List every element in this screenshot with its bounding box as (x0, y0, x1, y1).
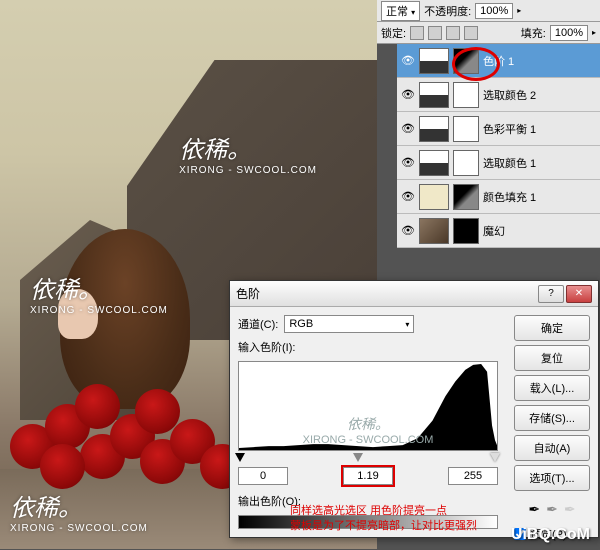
histogram-watermark: 依稀。 XIRONG - SWCOOL.COM (239, 414, 497, 446)
black-point-input[interactable]: 0 (238, 467, 288, 485)
visibility-icon[interactable]: 👁 (401, 122, 415, 136)
layer-thumb-icon[interactable] (419, 82, 449, 108)
layer-mask-thumb[interactable] (453, 218, 479, 244)
layer-thumb-icon[interactable] (419, 150, 449, 176)
layer-name[interactable]: 颜色填充 1 (483, 189, 596, 205)
layer-lock-row: 锁定: 填充: 100% ▸ (377, 22, 600, 44)
layer-mask-thumb[interactable] (453, 116, 479, 142)
subject-woman (40, 229, 220, 489)
layer-name[interactable]: 魔幻 (483, 223, 596, 239)
lock-paint-icon[interactable] (428, 26, 442, 40)
layer-mask-thumb[interactable] (453, 48, 479, 74)
white-point-input[interactable]: 255 (448, 467, 498, 485)
gamma-input[interactable]: 1.19 (343, 467, 393, 485)
layer-mask-thumb[interactable] (453, 150, 479, 176)
channel-label: 通道(C): (238, 316, 278, 332)
layer-mask-thumb[interactable] (453, 82, 479, 108)
opacity-label: 不透明度: (424, 3, 471, 19)
black-point-slider[interactable] (235, 453, 245, 462)
layer-mask-thumb[interactable] (453, 184, 479, 210)
gamma-slider[interactable] (353, 453, 363, 462)
visibility-icon[interactable]: 👁 (401, 88, 415, 102)
close-button[interactable]: ✕ (566, 285, 592, 303)
reset-button[interactable]: 复位 (514, 345, 590, 371)
layer-row[interactable]: 👁 魔幻 (397, 214, 600, 248)
visibility-icon[interactable]: 👁 (401, 54, 415, 68)
input-levels-label: 输入色阶(I): (238, 339, 295, 355)
chevron-down-icon: ▾ (411, 8, 415, 17)
site-watermark: UiBQ.CoM (511, 526, 590, 544)
save-button[interactable]: 存储(S)... (514, 405, 590, 431)
load-button[interactable]: 载入(L)... (514, 375, 590, 401)
layer-thumb-icon[interactable] (419, 116, 449, 142)
dialog-title: 色阶 (236, 285, 536, 302)
watermark-2: 依稀。 XIRONG - SWCOOL.COM (30, 270, 168, 316)
gray-eyedropper-icon[interactable]: ✒ (546, 501, 558, 518)
layer-name[interactable]: 色阶 1 (483, 53, 596, 69)
layer-row[interactable]: 👁 色彩平衡 1 (397, 112, 600, 146)
lock-transparency-icon[interactable] (410, 26, 424, 40)
layer-row[interactable]: 👁 色阶 1 (397, 44, 600, 78)
levels-dialog: 色阶 ? ✕ 通道(C): RGB ▾ 输入色阶(I): 依稀。 XIRONG … (229, 280, 599, 538)
watermark-1: 依稀。 XIRONG - SWCOOL.COM (179, 130, 317, 176)
layer-row[interactable]: 👁 选取颜色 1 (397, 146, 600, 180)
roses (10, 359, 250, 489)
fill-label: 填充: (521, 25, 546, 41)
tutorial-annotation: 同样选高光选区 用色阶提亮一点 蒙板是为了不提亮暗部，让对比更强烈 (290, 504, 477, 535)
input-sliders[interactable] (238, 453, 498, 465)
options-button[interactable]: 选项(T)... (514, 465, 590, 491)
dialog-titlebar[interactable]: 色阶 ? ✕ (230, 281, 598, 307)
black-eyedropper-icon[interactable]: ✒ (528, 501, 540, 518)
chevron-right-icon[interactable]: ▸ (517, 6, 521, 15)
visibility-icon[interactable]: 👁 (401, 190, 415, 204)
layer-options: 正常 ▾ 不透明度: 100% ▸ (377, 0, 600, 22)
chevron-down-icon: ▾ (405, 320, 409, 329)
layer-thumb-icon[interactable] (419, 218, 449, 244)
auto-button[interactable]: 自动(A) (514, 435, 590, 461)
white-eyedropper-icon[interactable]: ✒ (564, 501, 576, 518)
layer-thumb-icon[interactable] (419, 48, 449, 74)
lock-all-icon[interactable] (464, 26, 478, 40)
channel-select[interactable]: RGB ▾ (284, 315, 414, 333)
layer-name[interactable]: 色彩平衡 1 (483, 121, 596, 137)
ok-button[interactable]: 确定 (514, 315, 590, 341)
layer-name[interactable]: 选取颜色 2 (483, 87, 596, 103)
opacity-value[interactable]: 100% (475, 3, 513, 19)
white-point-slider[interactable] (490, 453, 500, 462)
layer-row[interactable]: 👁 选取颜色 2 (397, 78, 600, 112)
layers-list: 👁 色阶 1 👁 选取颜色 2 👁 色彩平衡 1 👁 选取颜色 1 👁 (397, 44, 600, 248)
visibility-icon[interactable]: 👁 (401, 224, 415, 238)
lock-label: 锁定: (381, 25, 406, 41)
blend-mode-select[interactable]: 正常 ▾ (381, 1, 420, 21)
layer-name[interactable]: 选取颜色 1 (483, 155, 596, 171)
layer-thumb-icon[interactable] (419, 184, 449, 210)
help-button[interactable]: ? (538, 285, 564, 303)
visibility-icon[interactable]: 👁 (401, 156, 415, 170)
lock-position-icon[interactable] (446, 26, 460, 40)
eyedroppers: ✒ ✒ ✒ (514, 501, 590, 518)
layer-row[interactable]: 👁 颜色填充 1 (397, 180, 600, 214)
chevron-right-icon[interactable]: ▸ (592, 28, 596, 37)
watermark-3: 依稀。 XIRONG - SWCOOL.COM (10, 488, 148, 534)
fill-value[interactable]: 100% (550, 25, 588, 41)
histogram: 依稀。 XIRONG - SWCOOL.COM (238, 361, 498, 451)
